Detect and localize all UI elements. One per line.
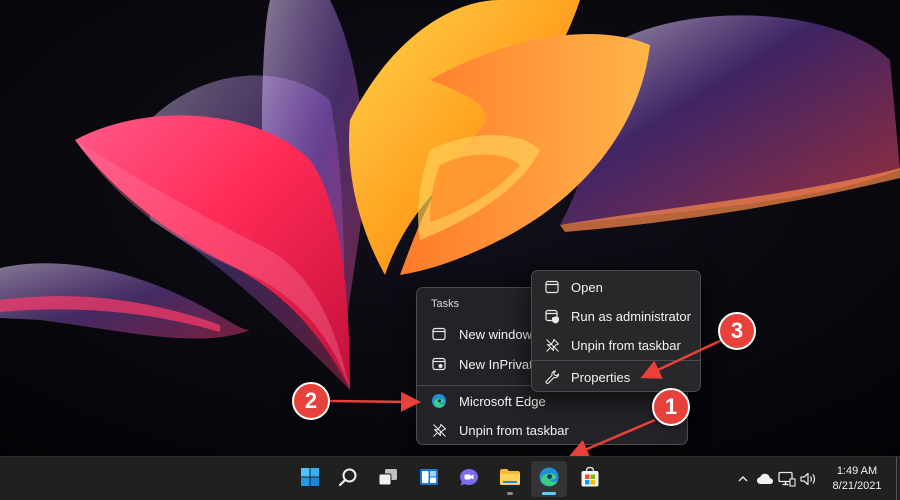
context-menu-separator [532, 360, 700, 361]
show-desktop-button[interactable] [896, 457, 900, 500]
jump-list-item-label: Microsoft Edge [459, 393, 546, 409]
task-view-icon [377, 467, 399, 492]
file-explorer-icon [499, 467, 521, 492]
taskbar-file-explorer-button[interactable] [492, 461, 528, 497]
running-indicator [507, 492, 513, 495]
jump-list-item-unpin[interactable]: Unpin from taskbar [423, 416, 681, 444]
context-menu-item-run-as-admin[interactable]: Run as administrator [537, 302, 695, 330]
jump-list-header: Tasks [431, 298, 460, 310]
start-icon [300, 467, 320, 492]
unpin-icon [431, 422, 447, 438]
taskbar-start-button[interactable] [292, 461, 328, 497]
context-menu-item-label: Open [571, 279, 603, 295]
search-icon [338, 467, 358, 492]
volume-icon[interactable] [799, 469, 819, 489]
clock-date: 8/21/2021 [832, 480, 882, 492]
taskbar-store-button[interactable] [572, 461, 608, 497]
context-menu-item-unpin[interactable]: Unpin from taskbar [537, 331, 695, 359]
taskbar-task-view-button[interactable] [370, 461, 406, 497]
jump-list-item-label: New window [459, 326, 532, 342]
context-menu-item-label: Run as administrator [571, 308, 691, 324]
store-icon [580, 466, 600, 493]
context-menu-item-properties[interactable]: Properties [537, 363, 695, 391]
taskbar-chat-button[interactable] [451, 461, 487, 497]
taskbar-search-button[interactable] [330, 461, 366, 497]
edge-icon [538, 466, 560, 493]
jump-list-item-label: New InPrivate [459, 356, 540, 372]
inprivate-window-icon [431, 356, 447, 372]
edge-icon [431, 393, 447, 409]
context-menu-item-label: Unpin from taskbar [571, 337, 681, 353]
context-menu-item-label: Properties [571, 369, 631, 385]
jump-list-item-label: Unpin from taskbar [459, 422, 569, 438]
system-tray: 1:49 AM 8/21/2021 [732, 457, 900, 500]
annotation-badge-1: 1 [652, 388, 690, 426]
unpin-icon [544, 337, 560, 353]
chevron-up-icon[interactable] [733, 469, 753, 489]
wrench-icon [544, 369, 560, 385]
taskbar-clock[interactable]: 1:49 AM 8/21/2021 [824, 464, 890, 494]
cloud-icon[interactable] [755, 469, 775, 489]
context-menu-item-open[interactable]: Open [537, 273, 695, 301]
widgets-icon [419, 467, 439, 492]
app-context-menu: Open Run as administrator Unpin from tas… [531, 270, 701, 392]
clock-time: 1:49 AM [836, 465, 878, 477]
annotation-badge-2: 2 [292, 382, 330, 420]
chat-icon [458, 467, 480, 492]
window-icon [544, 279, 560, 295]
shield-window-icon [544, 308, 560, 324]
network-icon[interactable] [777, 469, 797, 489]
running-indicator [542, 492, 556, 495]
annotation-badge-3: 3 [718, 312, 756, 350]
taskbar-edge-button[interactable] [531, 461, 567, 497]
window-icon [431, 326, 447, 342]
taskbar: 1:49 AM 8/21/2021 [0, 456, 900, 500]
taskbar-widgets-button[interactable] [411, 461, 447, 497]
